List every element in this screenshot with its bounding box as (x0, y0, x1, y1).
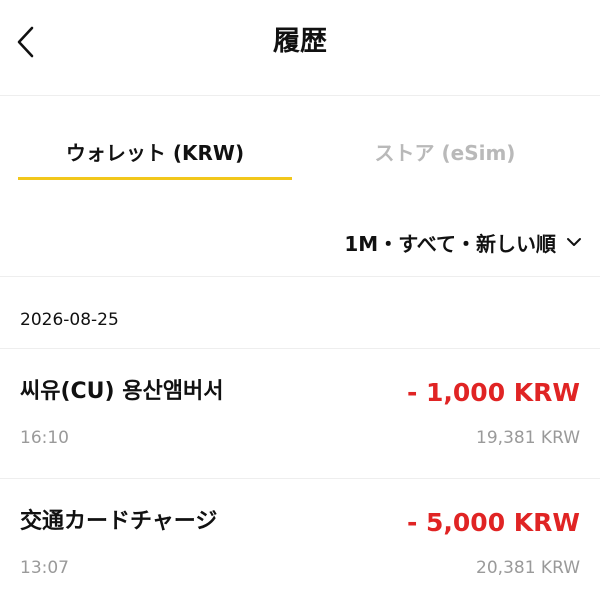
tab-store-label: ストア (eSim) (374, 141, 516, 165)
filter-row: 1M・すべて・新しい順 (0, 214, 600, 270)
page-title: 履歴 (273, 26, 327, 57)
transaction-name: 씨유(CU) 용산앰버서 (20, 379, 224, 404)
transaction-name: 交通カードチャージ (20, 509, 218, 534)
chevron-down-icon (567, 238, 581, 246)
tab-wallet[interactable]: ウォレット (KRW) (18, 130, 292, 182)
filter-sort-button[interactable]: 1M・すべて・新しい順 (344, 224, 582, 260)
divider (0, 348, 600, 349)
transaction-balance: 19,381 KRW (476, 428, 580, 448)
date-group-label: 2026-08-25 (20, 310, 119, 330)
divider (0, 276, 600, 277)
transaction-amount: - 5,000 KRW (406, 508, 580, 537)
app-header: 履歴 (0, 0, 600, 96)
transaction-amount: - 1,000 KRW (406, 378, 580, 407)
filter-label: 1M・すべて・新しい順 (344, 231, 556, 256)
transaction-row[interactable]: 씨유(CU) 용산앰버서 - 1,000 KRW 16:10 19,381 KR… (0, 350, 600, 478)
transaction-balance: 20,381 KRW (476, 558, 580, 578)
active-tab-indicator (18, 177, 292, 180)
tab-bar: ウォレット (KRW) ストア (eSim) (0, 130, 600, 182)
transaction-time: 16:10 (20, 428, 69, 448)
tab-store[interactable]: ストア (eSim) (308, 130, 582, 182)
tab-wallet-label: ウォレット (KRW) (65, 141, 245, 165)
transaction-time: 13:07 (20, 558, 69, 578)
divider (0, 478, 600, 479)
transaction-row[interactable]: 交通カードチャージ - 5,000 KRW 13:07 20,381 KRW (0, 480, 600, 608)
